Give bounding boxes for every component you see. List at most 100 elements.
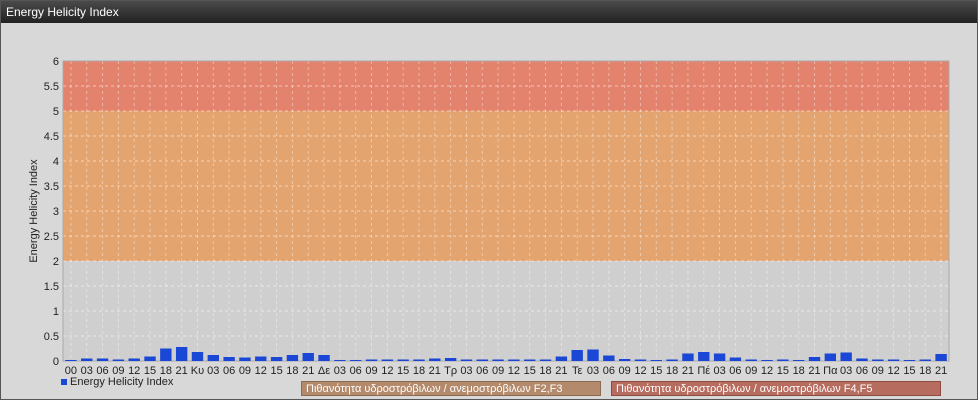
x-tick-label: 03 (587, 365, 599, 377)
bar (808, 357, 821, 361)
x-tick-label: Πα (823, 365, 838, 377)
y-tick-label: 1.5 (44, 281, 59, 293)
bar (713, 353, 726, 361)
bar (555, 356, 568, 361)
x-tick-label: 18 (413, 365, 425, 377)
x-tick-label: 15 (903, 365, 915, 377)
x-tick-label: 03 (840, 365, 852, 377)
x-tick-label: 15 (270, 365, 282, 377)
bar (698, 352, 710, 361)
x-tick-label: 09 (492, 365, 504, 377)
bar (634, 359, 647, 361)
bar (587, 349, 599, 361)
y-tick-label: 3 (53, 206, 59, 218)
x-tick-label: 18 (666, 365, 678, 377)
y-tick-label: 5 (53, 106, 59, 118)
bar (524, 359, 536, 361)
x-tick-label: Τε (572, 365, 583, 377)
y-tick-label: 6 (53, 56, 59, 68)
y-axis-label: Energy Helicity Index (28, 159, 40, 263)
bar (508, 359, 520, 361)
x-tick-label: 18 (286, 365, 298, 377)
bar (413, 359, 425, 361)
bar (144, 356, 156, 361)
x-tick-label: 15 (397, 365, 409, 377)
x-tick-labels: 00 03 06 09 12 15 18 21 Κυ 03 06 09 12 15 18 21 Δε 03 06 09… (65, 365, 947, 377)
bar (365, 359, 378, 361)
bar (397, 359, 409, 361)
bar (429, 358, 441, 361)
bar (571, 350, 583, 361)
x-tick-label: 21 (808, 365, 820, 377)
bar (302, 353, 314, 361)
x-tick-label: 18 (539, 365, 551, 377)
x-tick-label: 03 (713, 365, 725, 377)
bar (919, 359, 931, 361)
x-tick-label: 06 (350, 365, 362, 377)
x-tick-label: 03 (460, 365, 472, 377)
x-tick-label: 21 (555, 365, 567, 377)
bar (824, 353, 837, 361)
x-tick-label: Κυ (191, 365, 204, 377)
x-tick-label: 21 (935, 365, 947, 377)
x-tick-label: 12 (761, 365, 773, 377)
x-tick-label: 12 (508, 365, 520, 377)
x-tick-label: 18 (919, 365, 931, 377)
bar (492, 359, 504, 361)
x-tick-label: 09 (365, 365, 377, 377)
y-tick-label: 4 (53, 156, 59, 168)
bar (334, 360, 346, 361)
x-tick-label: 15 (524, 365, 536, 377)
bar (270, 357, 283, 361)
bar (793, 360, 805, 361)
x-tick-label: 12 (888, 365, 900, 377)
y-tick-label: 0 (53, 356, 59, 368)
y-tick-label: 3.5 (44, 181, 59, 193)
bar (729, 357, 742, 361)
bar (207, 355, 219, 361)
bar (444, 358, 457, 361)
series-legend-label: Energy Helicity Index (70, 376, 174, 388)
series-swatch (61, 379, 67, 386)
bar (840, 352, 852, 361)
x-tick-label: Δε (318, 365, 330, 377)
x-tick-label: 12 (255, 365, 267, 377)
x-tick-label: 06 (729, 365, 741, 377)
bar (65, 360, 77, 361)
band-legend-f2f3: Πιθανότητα υδροστρόβιλων / ανεμοστρόβιλω… (301, 381, 601, 396)
bar (223, 357, 235, 361)
bar (286, 355, 299, 361)
x-tick-label: Τρ (444, 365, 457, 377)
bar (381, 359, 394, 361)
bar (112, 359, 125, 361)
x-tick-label: 09 (619, 365, 631, 377)
y-tick-label: 1 (53, 306, 59, 318)
x-tick-label: 21 (682, 365, 694, 377)
bar (856, 358, 868, 361)
bar (887, 359, 900, 361)
x-tick-label: 06 (603, 365, 615, 377)
x-tick-label: 06 (223, 365, 235, 377)
bar (81, 358, 93, 361)
band-legend-f4f5: Πιθανότητα υδροστρόβιλων / ανεμοστρόβιλω… (611, 381, 941, 396)
x-tick-label: 03 (334, 365, 346, 377)
y-tick-label: 0.5 (44, 331, 59, 343)
x-tick-label: 18 (793, 365, 805, 377)
bar (745, 359, 757, 361)
bar (476, 359, 488, 361)
y-tick-labels: 0 0.5 1 1.5 2 2.5 3 3.5 4 4.5 5 5.5 6 (44, 56, 59, 368)
x-tick-label: 21 (176, 365, 188, 377)
x-tick-label: 03 (207, 365, 219, 377)
bar (239, 357, 251, 361)
bar (191, 352, 204, 361)
x-tick-label: 06 (856, 365, 868, 377)
bar (128, 358, 140, 361)
x-tick-label: 09 (239, 365, 251, 377)
bar (666, 359, 678, 361)
y-tick-label: 2 (53, 256, 59, 268)
x-tick-label: 15 (777, 365, 789, 377)
bar (872, 359, 884, 361)
bar (682, 353, 694, 361)
bar (160, 348, 172, 361)
y-tick-label: 5.5 (44, 81, 59, 93)
